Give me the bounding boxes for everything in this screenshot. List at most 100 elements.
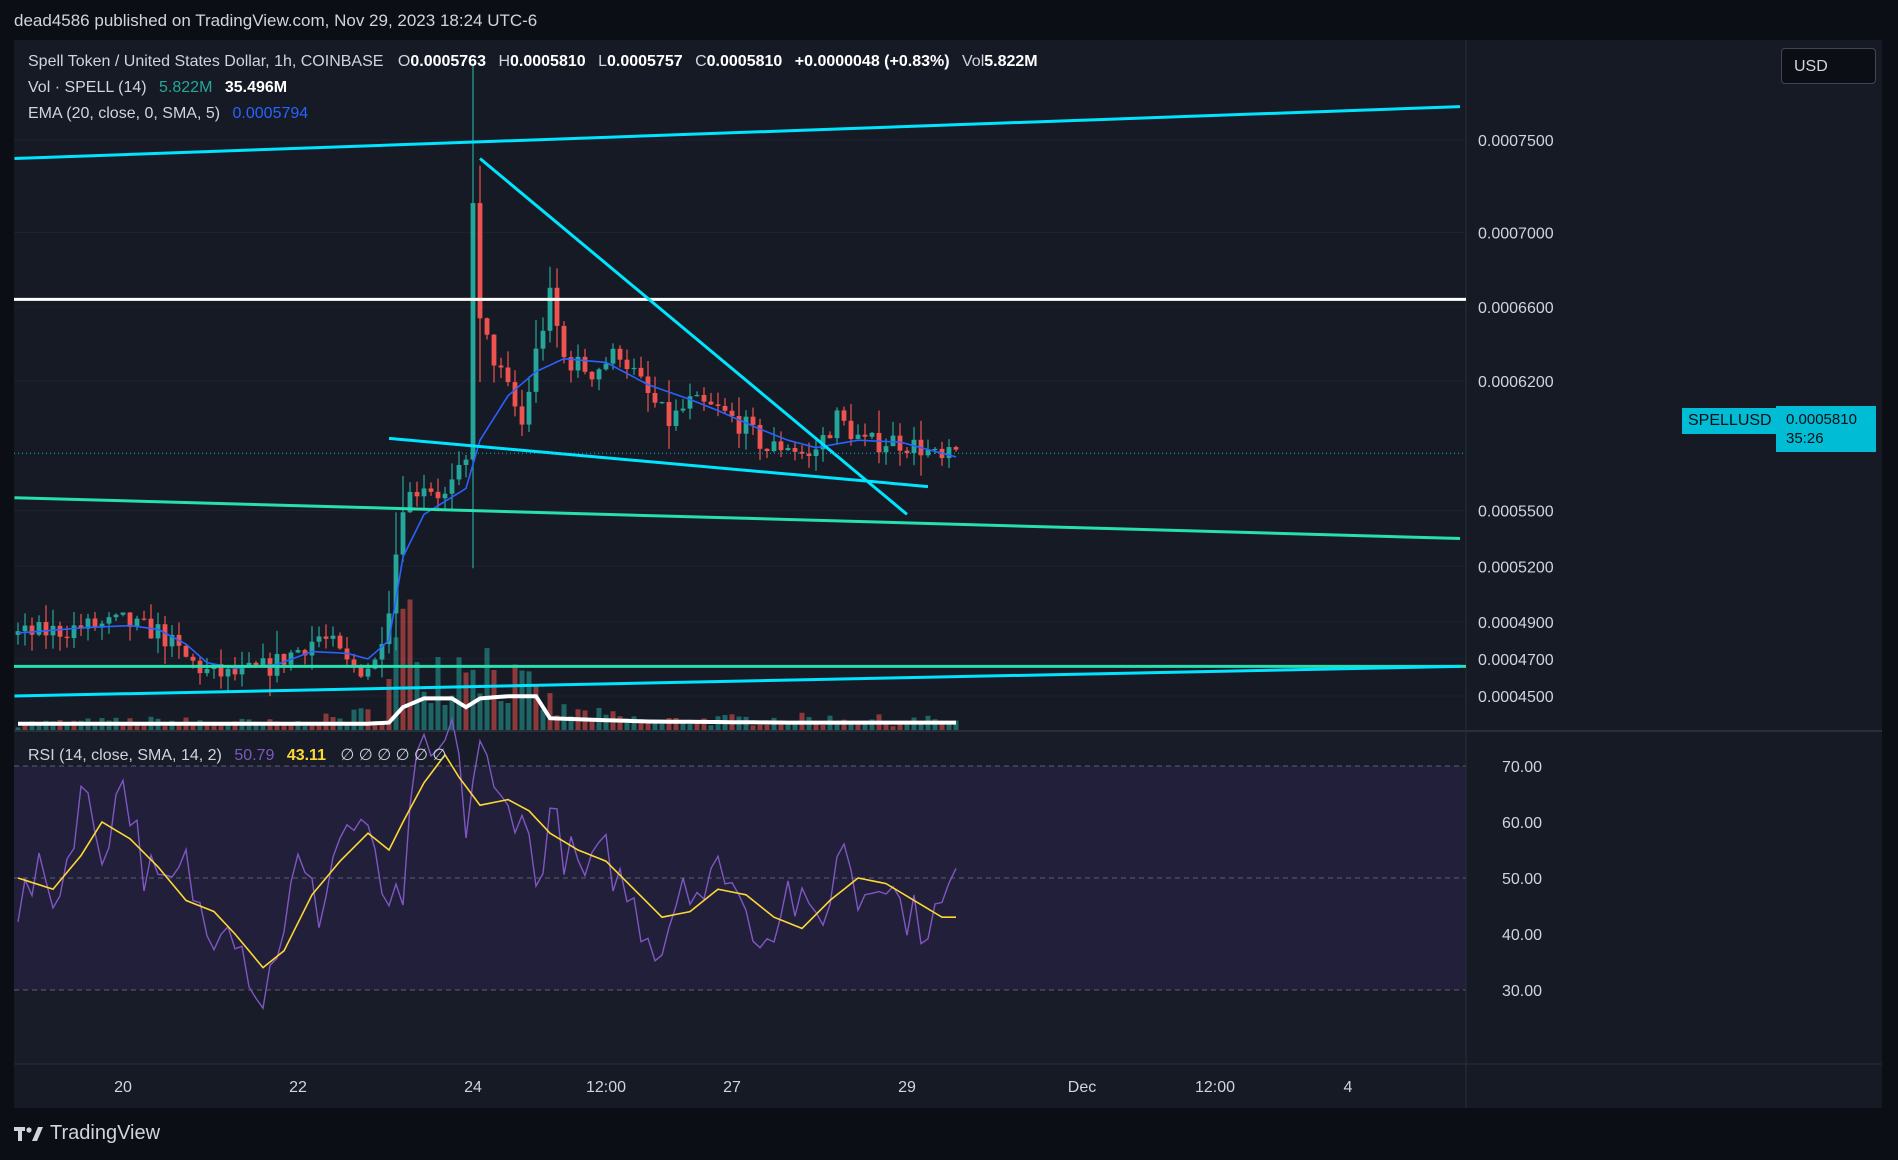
price-axis-label: 0.0004900: [1478, 615, 1554, 632]
candle-body: [351, 659, 357, 666]
volume-bar: [435, 656, 441, 730]
candle-body: [323, 636, 329, 639]
volume-bar: [15, 727, 21, 730]
rsi-axis-label: 70.00: [1502, 759, 1542, 776]
candle-body: [848, 420, 854, 439]
volume-bar: [442, 704, 448, 730]
price-axis-label: 0.0004700: [1478, 652, 1554, 669]
candle-body: [855, 434, 861, 439]
rsi-legend: RSI (14, close, SMA, 14, 2) 50.79 43.11 …: [28, 745, 446, 765]
candle-body: [883, 446, 889, 453]
candle-body: [505, 367, 511, 383]
candle-body: [659, 402, 665, 404]
volume-bar: [680, 722, 686, 730]
volume-ma-value: 35.496M: [224, 79, 288, 96]
volume-bar: [750, 725, 756, 730]
candle-body: [841, 410, 847, 421]
candle-body: [127, 612, 133, 627]
time-axis-label: 27: [723, 1079, 741, 1096]
volume-bar: [505, 703, 511, 730]
candle-body: [890, 435, 896, 447]
volume-bar: [757, 724, 763, 730]
candle-body: [22, 625, 28, 632]
volume-bar: [414, 662, 420, 730]
candle-body: [330, 635, 336, 639]
candle-body: [204, 669, 210, 674]
candle-body: [666, 402, 672, 426]
chart-canvas[interactable]: 0.0007500 0.0007000 0.0006600 0.0006200 0.00…: [14, 40, 1882, 1108]
candle-body: [764, 448, 770, 452]
legend-o-label: O: [397, 53, 411, 70]
candle-body: [365, 668, 371, 677]
legend-c-label: C: [695, 53, 707, 70]
volume-bar: [526, 671, 532, 730]
candle-body: [337, 635, 343, 649]
rsi-axis-label: 50.00: [1502, 871, 1542, 888]
candle-body: [652, 393, 658, 403]
candle-body: [183, 645, 189, 657]
volume-bar: [533, 686, 539, 730]
volume-legend: Vol · SPELL (14) 5.822M 35.496M: [28, 79, 287, 97]
candle-body: [589, 371, 595, 380]
rsi-value: 50.79: [234, 747, 275, 764]
candle-body: [827, 435, 833, 439]
time-axis-label: 4: [1344, 1079, 1353, 1096]
candle-body: [120, 612, 126, 615]
rsi-ma-value: 43.11: [286, 747, 326, 764]
legend-symbol: Spell Token / United States Dollar, 1h, …: [28, 53, 384, 70]
candle-body: [743, 416, 749, 434]
candle-body: [414, 492, 420, 497]
volume-bar: [519, 670, 525, 730]
candle-body: [680, 408, 686, 411]
candle-body: [617, 348, 623, 360]
volume-bar: [694, 722, 700, 730]
volume-bar: [687, 723, 693, 730]
ema-legend: EMA (20, close, 0, SMA, 5) 0.0005794: [28, 105, 308, 123]
volume-bar: [428, 703, 434, 730]
price-axis-label: 0.0006200: [1478, 374, 1554, 391]
time-axis-label: 20: [114, 1079, 132, 1096]
main-legend: Spell Token / United States Dollar, 1h, …: [28, 53, 1038, 71]
candle-body: [477, 203, 483, 319]
volume-bar: [365, 709, 371, 730]
time-axis-label: 12:00: [1195, 1079, 1235, 1096]
legend-vol-value: 5.822M: [984, 53, 1038, 70]
candle-body: [470, 203, 476, 460]
candles-layer: [15, 63, 959, 697]
candle-body: [519, 406, 525, 425]
ticker-badge: SPELLUSD: [1682, 408, 1778, 434]
candle-body: [484, 318, 490, 335]
legend-vol-label: Vol: [962, 53, 985, 70]
volume-bar: [407, 599, 413, 730]
candle-body: [806, 453, 812, 457]
volume-bar: [351, 709, 357, 730]
candle-body: [491, 334, 497, 366]
tradingview-brand[interactable]: TradingView: [14, 1122, 160, 1145]
volume-layer: [15, 599, 959, 730]
candle-body: [953, 447, 959, 450]
candle-body: [785, 448, 791, 451]
last-price-badge: 0.0005810 35:26: [1776, 406, 1876, 452]
time-axis-label: 24: [464, 1079, 482, 1096]
candle-body: [400, 512, 406, 555]
volume-bar: [22, 724, 28, 730]
candle-body: [596, 369, 602, 380]
last-price: 0.0005810: [1786, 411, 1857, 428]
candle-body: [190, 656, 196, 661]
legend-h-value: 0.0005810: [510, 53, 586, 70]
mid-channel-trendline: [14, 496, 1461, 540]
time-axis-label: 29: [898, 1079, 916, 1096]
currency-button[interactable]: USD: [1781, 48, 1876, 84]
volume-bar: [617, 716, 623, 730]
candle-body: [540, 330, 546, 349]
candle-body: [162, 624, 168, 647]
time-axis-label: 22: [289, 1079, 307, 1096]
price-axis-label: 0.0006600: [1478, 300, 1554, 317]
rsi-axis-label: 60.00: [1502, 815, 1542, 832]
candle-body: [442, 493, 448, 499]
rsi-axis-label: 30.00: [1502, 983, 1542, 1000]
rsi-axis-label: 40.00: [1502, 927, 1542, 944]
candle-body: [435, 491, 441, 499]
candle-body: [715, 404, 721, 406]
volume-bar: [890, 726, 896, 730]
